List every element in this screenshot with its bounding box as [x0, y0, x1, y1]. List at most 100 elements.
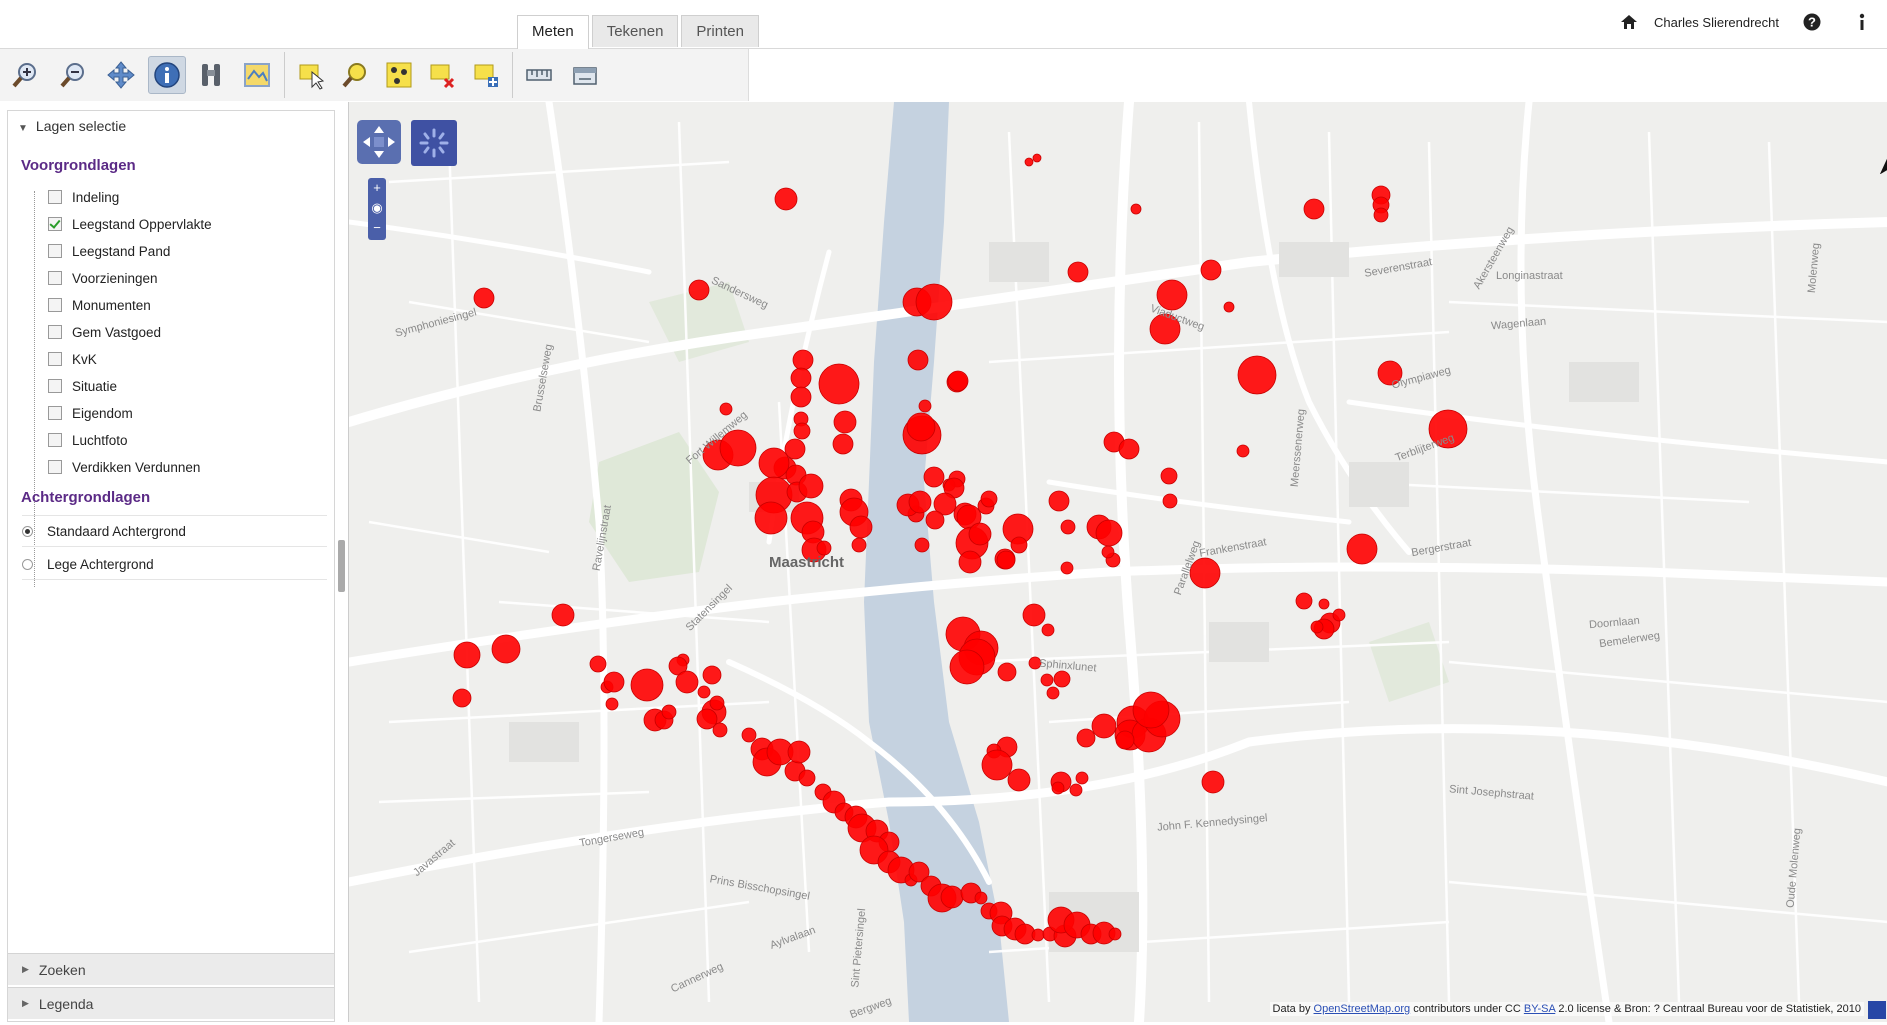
select-arrow-icon[interactable] — [293, 56, 331, 94]
vacancy-marker[interactable] — [784, 438, 806, 460]
vacancy-marker[interactable] — [1040, 673, 1054, 687]
layer-checkbox[interactable] — [48, 406, 62, 420]
layer-situatie[interactable]: Situatie — [48, 375, 117, 397]
add-selection-icon[interactable] — [468, 56, 506, 94]
zoom-out-icon[interactable] — [54, 56, 92, 94]
binoculars-icon[interactable] — [192, 56, 230, 94]
vacancy-markers-layer[interactable] — [349, 102, 1887, 1022]
layer-checkbox[interactable] — [48, 271, 62, 285]
vacancy-marker[interactable] — [798, 769, 816, 787]
vacancy-marker[interactable] — [918, 399, 932, 413]
osm-link[interactable]: OpenStreetMap.org — [1314, 1003, 1411, 1015]
vacancy-marker[interactable] — [1069, 783, 1083, 797]
vacancy-marker[interactable] — [630, 668, 664, 702]
layer-checkbox[interactable] — [48, 352, 62, 366]
layer-kvk[interactable]: KvK — [48, 348, 97, 370]
layer-leegstand-oppervlakte[interactable]: Leegstand Oppervlakte — [48, 213, 212, 235]
vacancy-marker[interactable] — [754, 501, 788, 535]
map-view[interactable]: Sandersweg Symphoniesingel Brusselseweg … — [348, 102, 1887, 1022]
vacancy-marker[interactable] — [491, 634, 521, 664]
layer-checkbox[interactable] — [48, 298, 62, 312]
layer-checkbox[interactable] — [48, 325, 62, 339]
vacancy-marker[interactable] — [1295, 592, 1313, 610]
vacancy-marker[interactable] — [790, 386, 812, 408]
user-name[interactable]: Charles Slierendrecht — [1654, 15, 1779, 30]
vacancy-marker[interactable] — [1022, 603, 1046, 627]
vacancy-marker[interactable] — [1060, 519, 1076, 535]
vacancy-marker[interactable] — [787, 740, 811, 764]
vacancy-marker[interactable] — [949, 649, 985, 685]
vacancy-marker[interactable] — [851, 537, 867, 553]
vacancy-marker[interactable] — [1160, 467, 1178, 485]
vacancy-marker[interactable] — [1031, 928, 1045, 942]
select-points-icon[interactable] — [380, 56, 418, 94]
layer-verdikken-verdunnen[interactable]: Verdikken Verdunnen — [48, 456, 200, 478]
vacancy-marker[interactable] — [1115, 730, 1135, 750]
vacancy-marker[interactable] — [1060, 561, 1074, 575]
vacancy-marker[interactable] — [1051, 781, 1065, 795]
vacancy-marker[interactable] — [603, 671, 625, 693]
vacancy-marker[interactable] — [1132, 691, 1170, 729]
layer-luchtfoto[interactable]: Luchtfoto — [48, 429, 128, 451]
vacancy-marker[interactable] — [1095, 519, 1123, 547]
vacancy-marker[interactable] — [1237, 355, 1277, 395]
expand-corner-icon[interactable] — [1868, 1001, 1886, 1019]
vacancy-marker[interactable] — [980, 490, 998, 508]
measure-ruler-icon[interactable] — [520, 56, 558, 94]
vacancy-marker[interactable] — [1236, 444, 1250, 458]
vacancy-marker[interactable] — [1108, 927, 1122, 941]
radio-selected[interactable] — [22, 525, 33, 537]
vacancy-marker[interactable] — [996, 550, 1016, 570]
tab-meten[interactable]: Meten — [517, 15, 589, 49]
info-icon[interactable] — [148, 56, 186, 94]
vacancy-marker[interactable] — [914, 537, 930, 553]
pan-icon[interactable] — [102, 56, 140, 94]
vacancy-marker[interactable] — [1067, 261, 1089, 283]
zoom-in-icon[interactable] — [6, 56, 44, 94]
vacancy-marker[interactable] — [1200, 259, 1222, 281]
vacancy-marker[interactable] — [589, 655, 607, 673]
map-layer-icon[interactable] — [238, 56, 276, 94]
vacancy-marker[interactable] — [907, 349, 929, 371]
layer-monumenten[interactable]: Monumenten — [48, 294, 151, 316]
vacancy-marker[interactable] — [833, 410, 857, 434]
vacancy-marker[interactable] — [1201, 770, 1225, 794]
vacancy-marker[interactable] — [1130, 203, 1142, 215]
vacancy-marker[interactable] — [1332, 608, 1346, 622]
layer-checkbox-checked[interactable] — [48, 217, 62, 231]
vacancy-marker[interactable] — [1048, 490, 1070, 512]
vacancy-marker[interactable] — [1075, 771, 1089, 785]
vacancy-marker[interactable] — [1046, 686, 1060, 700]
vacancy-marker[interactable] — [675, 670, 699, 694]
accordion-zoeken[interactable]: ▶ Zoeken — [8, 953, 334, 985]
vacancy-marker[interactable] — [798, 473, 824, 499]
vacancy-marker[interactable] — [1373, 207, 1389, 223]
vacancy-marker[interactable] — [1310, 620, 1324, 634]
vacancy-marker[interactable] — [1318, 598, 1330, 610]
vacancy-marker[interactable] — [790, 367, 812, 389]
vacancy-marker[interactable] — [702, 665, 722, 685]
vacancy-marker[interactable] — [1223, 301, 1235, 313]
vacancy-marker[interactable] — [473, 287, 495, 309]
background-lege[interactable]: Lege Achtergrond — [22, 549, 327, 580]
vacancy-marker[interactable] — [1091, 713, 1117, 739]
vacancy-marker[interactable] — [958, 550, 982, 574]
vacancy-marker[interactable] — [605, 697, 619, 711]
vacancy-marker[interactable] — [849, 515, 873, 539]
vacancy-marker[interactable] — [709, 695, 725, 711]
vacancy-marker[interactable] — [968, 522, 992, 546]
vacancy-marker[interactable] — [832, 433, 854, 455]
vacancy-marker[interactable] — [741, 727, 757, 743]
radio[interactable] — [22, 558, 33, 570]
vacancy-marker[interactable] — [719, 402, 733, 416]
vacancy-marker[interactable] — [792, 349, 814, 371]
accordion-legenda[interactable]: ▶ Legenda — [8, 987, 334, 1019]
home-icon[interactable] — [1618, 11, 1640, 33]
vacancy-marker[interactable] — [1032, 153, 1042, 163]
layer-indeling[interactable]: Indeling — [48, 186, 119, 208]
layer-eigendom[interactable]: Eigendom — [48, 402, 133, 424]
zoom-plus-icon[interactable]: + — [368, 178, 386, 198]
vacancy-marker[interactable] — [1162, 493, 1178, 509]
vacancy-marker[interactable] — [940, 885, 964, 909]
layer-selection-header[interactable]: ▼ Lagen selectie — [18, 118, 126, 134]
